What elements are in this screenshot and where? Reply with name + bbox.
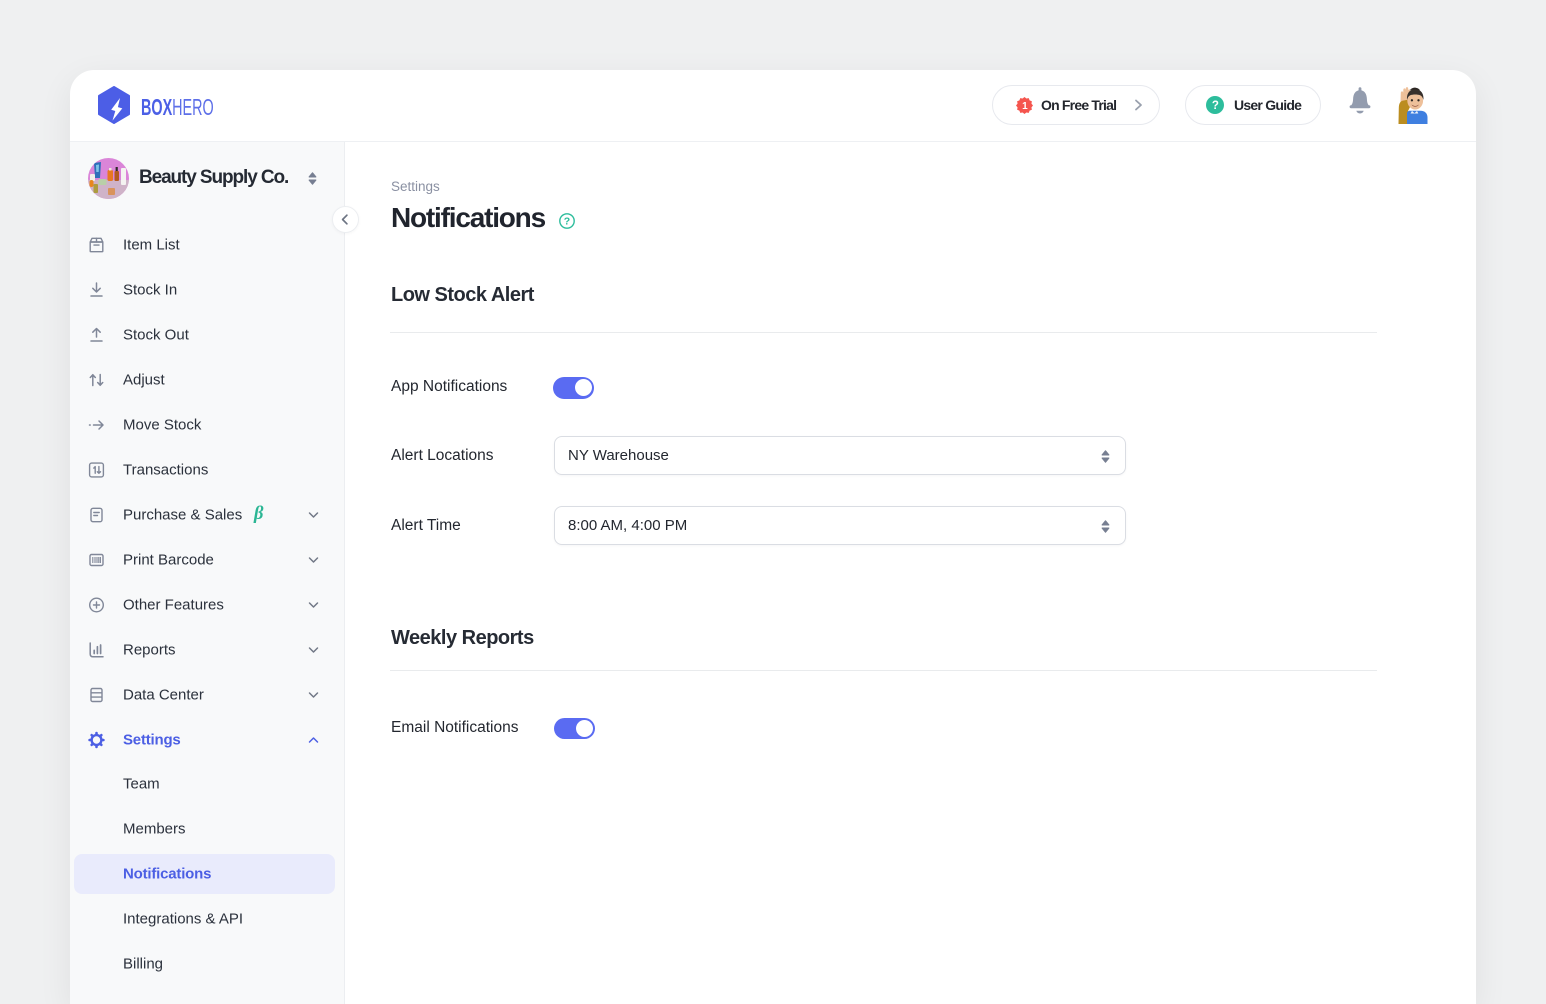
svg-text:?: ? — [1212, 100, 1219, 112]
svg-text:?: ? — [564, 216, 570, 228]
